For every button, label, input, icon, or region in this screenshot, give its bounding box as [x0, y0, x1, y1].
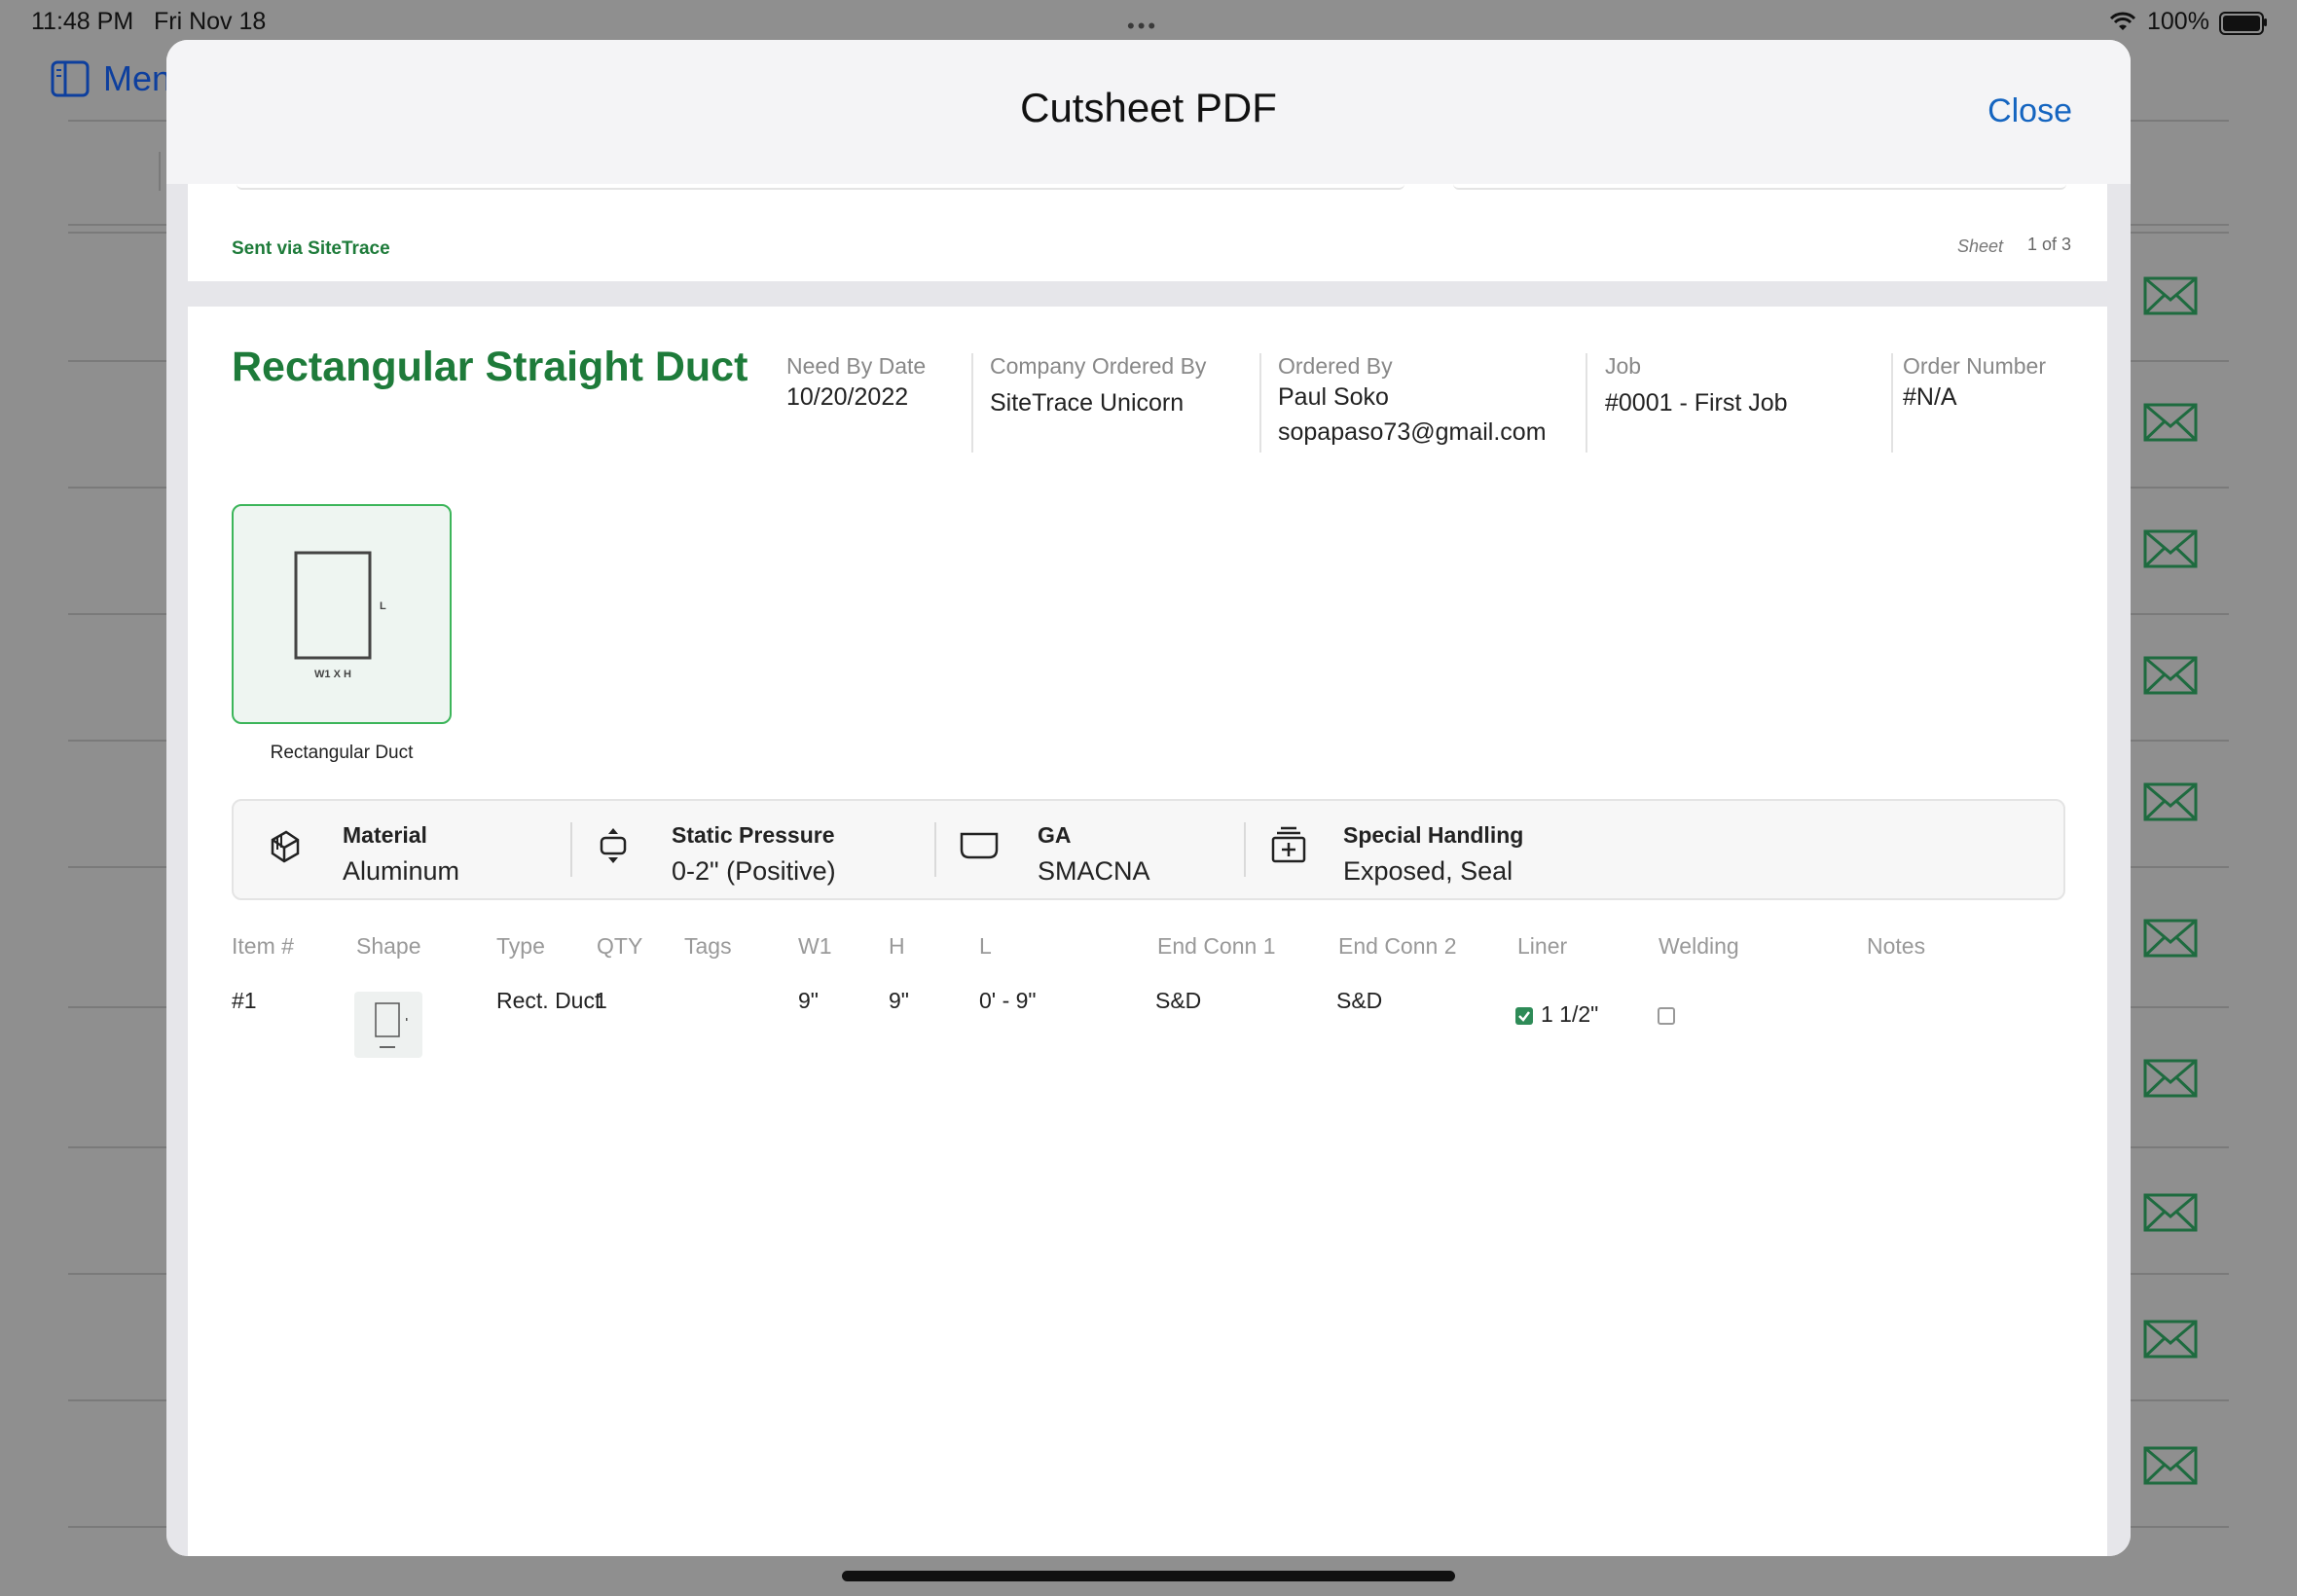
duct-title: Rectangular Straight Duct — [232, 344, 748, 390]
cell-liner: 1 1/2" — [1541, 1001, 1599, 1027]
sent-via-label: Sent via SiteTrace — [232, 238, 390, 259]
rectangular-duct-icon: L W1 X H — [294, 551, 386, 680]
cell-end-conn-2: S&D — [1336, 988, 1383, 1013]
col-header-type: Type — [496, 933, 545, 959]
col-header-shape: Shape — [356, 933, 421, 959]
cell-w1: 9" — [798, 988, 819, 1013]
status-time: 11:48 PM Fri Nov 18 — [31, 8, 267, 35]
order-number-field: Order Number #N/A — [1903, 353, 2046, 411]
wifi-icon — [2109, 12, 2136, 30]
cell-item: #1 — [232, 988, 257, 1013]
sidebar-icon — [51, 60, 90, 97]
welding-checkbox — [1658, 1007, 1675, 1025]
mail-icon[interactable] — [2143, 919, 2198, 958]
job-field: Job #0001 - First Job — [1605, 353, 1788, 417]
mail-icon[interactable] — [2143, 1059, 2198, 1098]
col-header-welding: Welding — [1659, 933, 1739, 959]
col-header-tags: Tags — [684, 933, 732, 959]
pdf-viewer[interactable]: Sent via SiteTrace Sheet 1 of 3 Rectangu… — [166, 184, 2131, 1556]
spec-ga: GA SMACNA — [1038, 822, 1150, 886]
company-ordered-by-field: Company Ordered By SiteTrace Unicorn — [990, 353, 1207, 417]
handling-icon — [1271, 826, 1306, 863]
mail-icon[interactable] — [2143, 276, 2198, 315]
mail-icon[interactable] — [2143, 1320, 2198, 1359]
layers-icon — [271, 830, 300, 863]
cell-qty: 1 — [595, 988, 607, 1013]
pdf-page: Rectangular Straight Duct Need By Date 1… — [188, 307, 2107, 1556]
col-header-w1: W1 — [798, 933, 832, 959]
mail-icon[interactable] — [2143, 1193, 2198, 1232]
mail-icon[interactable] — [2143, 1446, 2198, 1485]
battery-percent: 100% — [2147, 8, 2209, 35]
home-indicator[interactable] — [842, 1571, 1455, 1581]
cell-l: 0' - 9" — [979, 988, 1037, 1013]
cell-h: 9" — [889, 988, 909, 1013]
col-header-item: Item # — [232, 933, 294, 959]
pressure-icon — [600, 828, 627, 863]
spec-material: Material Aluminum — [343, 822, 460, 886]
battery-icon — [2219, 12, 2264, 35]
ordered-by-email: sopapaso73@gmail.com — [1278, 418, 1547, 446]
col-header-qty: QTY — [597, 933, 643, 959]
col-header-end-conn-1: End Conn 1 — [1157, 933, 1276, 959]
spec-static-pressure: Static Pressure 0-2" (Positive) — [672, 822, 836, 886]
mail-icon[interactable] — [2143, 656, 2198, 695]
mail-icon[interactable] — [2143, 403, 2198, 442]
rectangular-duct-icon — [375, 1002, 408, 1048]
col-header-l: L — [979, 933, 992, 959]
sheet-number: 1 of 3 — [2027, 235, 2072, 254]
liner-checkbox — [1515, 1007, 1533, 1025]
cell-end-conn-1: S&D — [1155, 988, 1202, 1013]
sheet-label: Sheet — [1957, 236, 2004, 256]
pdf-page-previous: Sent via SiteTrace Sheet 1 of 3 — [188, 184, 2107, 281]
cell-shape — [354, 992, 422, 1058]
close-button[interactable]: Close — [1987, 92, 2072, 130]
cutsheet-modal: Cutsheet PDF Close Sent via SiteTrace Sh… — [166, 40, 2131, 1556]
shape-thumbnail[interactable]: L W1 X H — [232, 504, 452, 724]
modal-title: Cutsheet PDF — [1020, 85, 1277, 130]
need-by-date-field: Need By Date 10/20/2022 — [786, 353, 927, 411]
col-header-end-conn-2: End Conn 2 — [1338, 933, 1457, 959]
modal-header: Cutsheet PDF Close — [166, 40, 2131, 184]
shape-caption: Rectangular Duct — [270, 743, 414, 763]
mail-icon[interactable] — [2143, 529, 2198, 568]
specs-bar: Material Aluminum Static Pressure 0-2" (… — [232, 799, 2065, 900]
col-header-h: H — [889, 933, 905, 959]
spec-special-handling: Special Handling Exposed, Seal — [1343, 822, 1524, 886]
mail-icon[interactable] — [2143, 782, 2198, 821]
multitasking-dots[interactable]: ••• — [1127, 14, 1158, 39]
cell-type: Rect. Duct — [496, 988, 602, 1013]
svg-text:L: L — [380, 600, 386, 612]
col-header-notes: Notes — [1867, 933, 1926, 959]
gauge-icon — [960, 832, 999, 859]
svg-text:W1 X H: W1 X H — [314, 669, 351, 680]
divider — [159, 152, 161, 191]
ordered-by-field: Ordered By Paul Soko sopapaso73@gmail.co… — [1278, 353, 1547, 450]
col-header-liner: Liner — [1517, 933, 1568, 959]
